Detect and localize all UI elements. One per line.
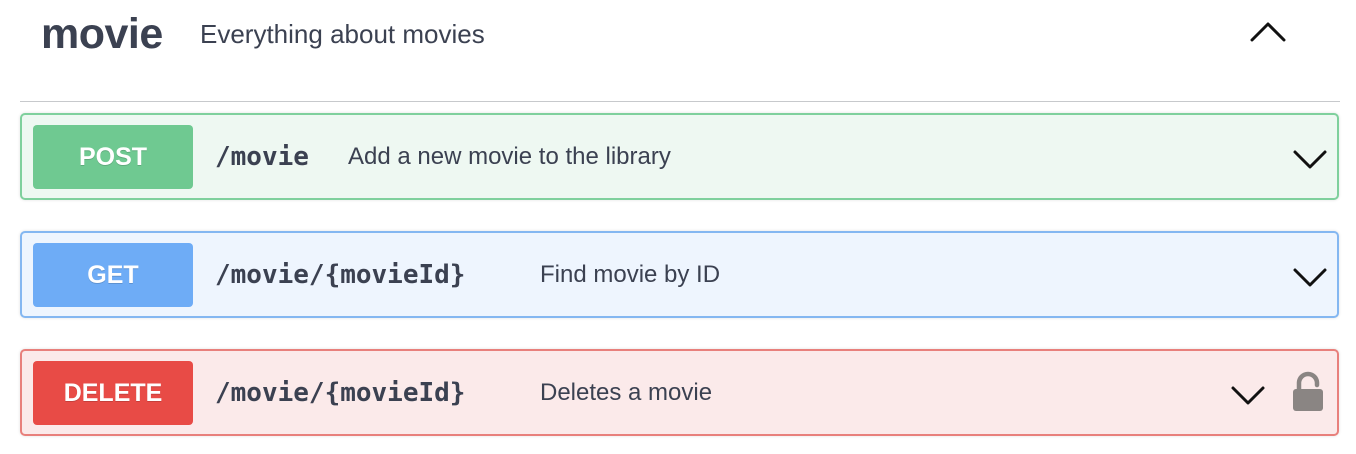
operation-get-movie-by-id[interactable]: GET /movie/{movieId} Find movie by ID bbox=[20, 231, 1339, 318]
operation-summary: Find movie by ID bbox=[540, 261, 721, 288]
operation-path: /movie/{movieId} bbox=[215, 260, 466, 290]
movie-tag-section: movie Everything about movies POST /movi… bbox=[0, 0, 1356, 454]
lock-icon[interactable] bbox=[1290, 371, 1326, 413]
tag-name: movie bbox=[41, 10, 163, 58]
operation-path: /movie bbox=[215, 142, 309, 172]
operation-summary: Add a new movie to the library bbox=[348, 143, 671, 170]
method-badge-delete: DELETE bbox=[33, 361, 193, 425]
operation-delete-movie[interactable]: DELETE /movie/{movieId} Deletes a movie bbox=[20, 349, 1339, 436]
collapse-tag-button[interactable] bbox=[1244, 14, 1292, 54]
operation-summary: Deletes a movie bbox=[540, 379, 713, 406]
operation-path: /movie/{movieId} bbox=[215, 378, 466, 408]
method-badge-post: POST bbox=[33, 125, 193, 189]
chevron-up-icon bbox=[1250, 22, 1286, 42]
tag-description: Everything about movies bbox=[200, 19, 485, 49]
operation-post-movie[interactable]: POST /movie Add a new movie to the libra… bbox=[20, 113, 1339, 200]
chevron-down-icon[interactable] bbox=[1228, 375, 1268, 415]
chevron-down-icon[interactable] bbox=[1290, 257, 1330, 297]
method-badge-get: GET bbox=[33, 243, 193, 307]
tag-header[interactable]: movie Everything about movies bbox=[20, 0, 1340, 102]
chevron-down-icon[interactable] bbox=[1290, 139, 1330, 179]
